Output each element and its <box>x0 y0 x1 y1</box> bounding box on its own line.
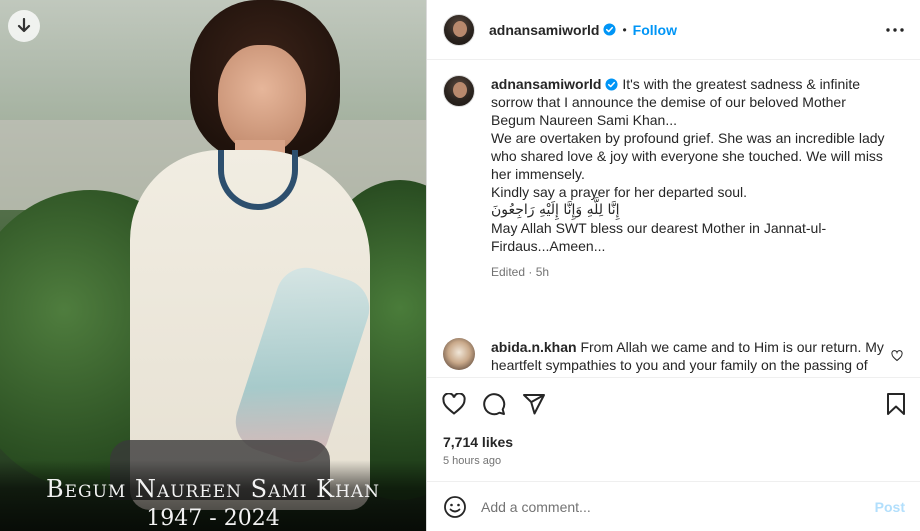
avatar[interactable] <box>443 338 475 370</box>
comment-text: abida.n.khan From Allah we came and to H… <box>491 338 886 374</box>
caption-username[interactable]: adnansamiworld <box>491 76 601 92</box>
heart-icon[interactable] <box>441 391 467 417</box>
caption-line-2: We are overtaken by profound grief. She … <box>491 130 885 182</box>
caption-paragraph-1: adnansamiworld It's with the greatest sa… <box>491 75 886 129</box>
caption-line-4: May Allah SWT bless our dearest Mother i… <box>491 220 827 254</box>
header-username[interactable]: adnansamiworld <box>489 22 599 38</box>
photo-caption-name: Begum Naureen Sami Khan <box>45 475 381 503</box>
header-separator: • <box>622 22 627 37</box>
caption-meta: Edited · 5h <box>491 265 550 279</box>
verified-badge-icon <box>605 78 619 91</box>
photo-subject-face <box>218 45 306 155</box>
follow-button[interactable]: Follow <box>633 22 677 38</box>
caption-line-3: Kindly say a prayer for her departed sou… <box>491 184 748 200</box>
photo-caption-years: 1947 - 2024 <box>146 506 280 531</box>
emoji-smiley-icon[interactable] <box>443 495 467 519</box>
comment-username[interactable]: abida.n.khan <box>491 339 577 355</box>
paper-plane-icon[interactable] <box>521 391 547 417</box>
post-timestamp[interactable]: 5 hours ago <box>443 455 501 467</box>
post-details-panel: adnansamiworld • Follow adnansamiworld I… <box>426 0 920 531</box>
caption: adnansamiworld It's with the greatest sa… <box>443 75 903 281</box>
caption-arabic: إِنَّا لِلَّهِ وَإِنَّا إِلَيْهِ رَاجِعُ… <box>491 202 620 218</box>
post-header: adnansamiworld • Follow <box>427 0 920 60</box>
heart-outline-icon[interactable] <box>891 350 903 362</box>
avatar[interactable] <box>443 13 475 46</box>
comments-section[interactable]: adnansamiworld It's with the greatest sa… <box>427 61 920 378</box>
bookmark-icon[interactable] <box>883 391 909 417</box>
add-comment-bar: Post <box>427 481 920 531</box>
verified-badge-icon <box>603 23 617 36</box>
comment-input[interactable] <box>481 498 851 515</box>
more-options-icon[interactable] <box>885 20 905 40</box>
list-item: abida.n.khan From Allah we came and to H… <box>443 338 913 374</box>
like-count[interactable]: 7,714 likes <box>443 434 513 450</box>
post-button[interactable]: Post <box>875 499 905 515</box>
avatar[interactable] <box>443 75 475 107</box>
comment-bubble-icon[interactable] <box>481 391 507 417</box>
action-bar <box>427 379 920 429</box>
download-arrow-icon[interactable] <box>8 10 40 42</box>
caption-text: adnansamiworld It's with the greatest sa… <box>491 75 886 281</box>
post-photo[interactable]: Begum Naureen Sami Khan 1947 - 2024 <box>0 0 426 531</box>
